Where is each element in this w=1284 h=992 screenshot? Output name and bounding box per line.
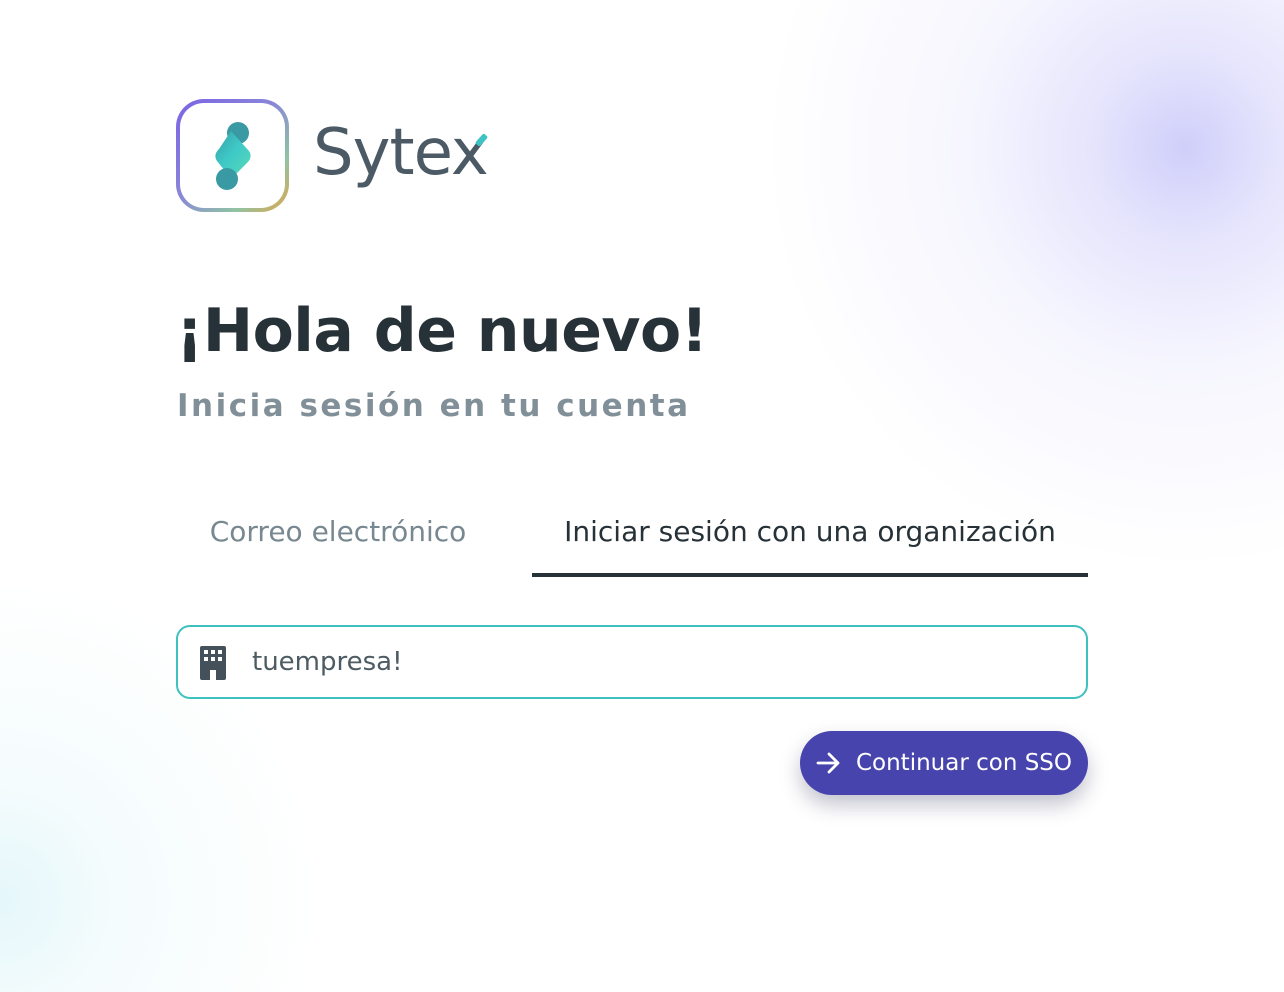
page-title: ¡Hola de nuevo!	[176, 296, 708, 366]
continue-sso-label: Continuar con SSO	[855, 750, 1073, 776]
tab-email[interactable]: Correo electrónico	[176, 505, 500, 577]
logo-mark	[176, 99, 289, 212]
organization-input[interactable]	[252, 627, 1072, 697]
continue-sso-button[interactable]: Continuar con SSO	[800, 731, 1088, 795]
logo-wordmark: Sytex	[313, 121, 489, 185]
sytex-s-logo-icon	[214, 121, 251, 190]
page-subtitle: Inicia sesión en tu cuenta	[177, 388, 691, 424]
logo-wordmark-text: Sytex	[313, 115, 489, 190]
tab-organization[interactable]: Iniciar sesión con una organización	[532, 505, 1088, 577]
login-method-tabs: Correo electrónico Iniciar sesión con un…	[176, 505, 1088, 577]
building-icon	[200, 646, 226, 680]
sytex-logo: Sytex	[176, 99, 489, 212]
organization-field[interactable]	[176, 625, 1088, 699]
arrow-right-icon	[816, 752, 840, 774]
